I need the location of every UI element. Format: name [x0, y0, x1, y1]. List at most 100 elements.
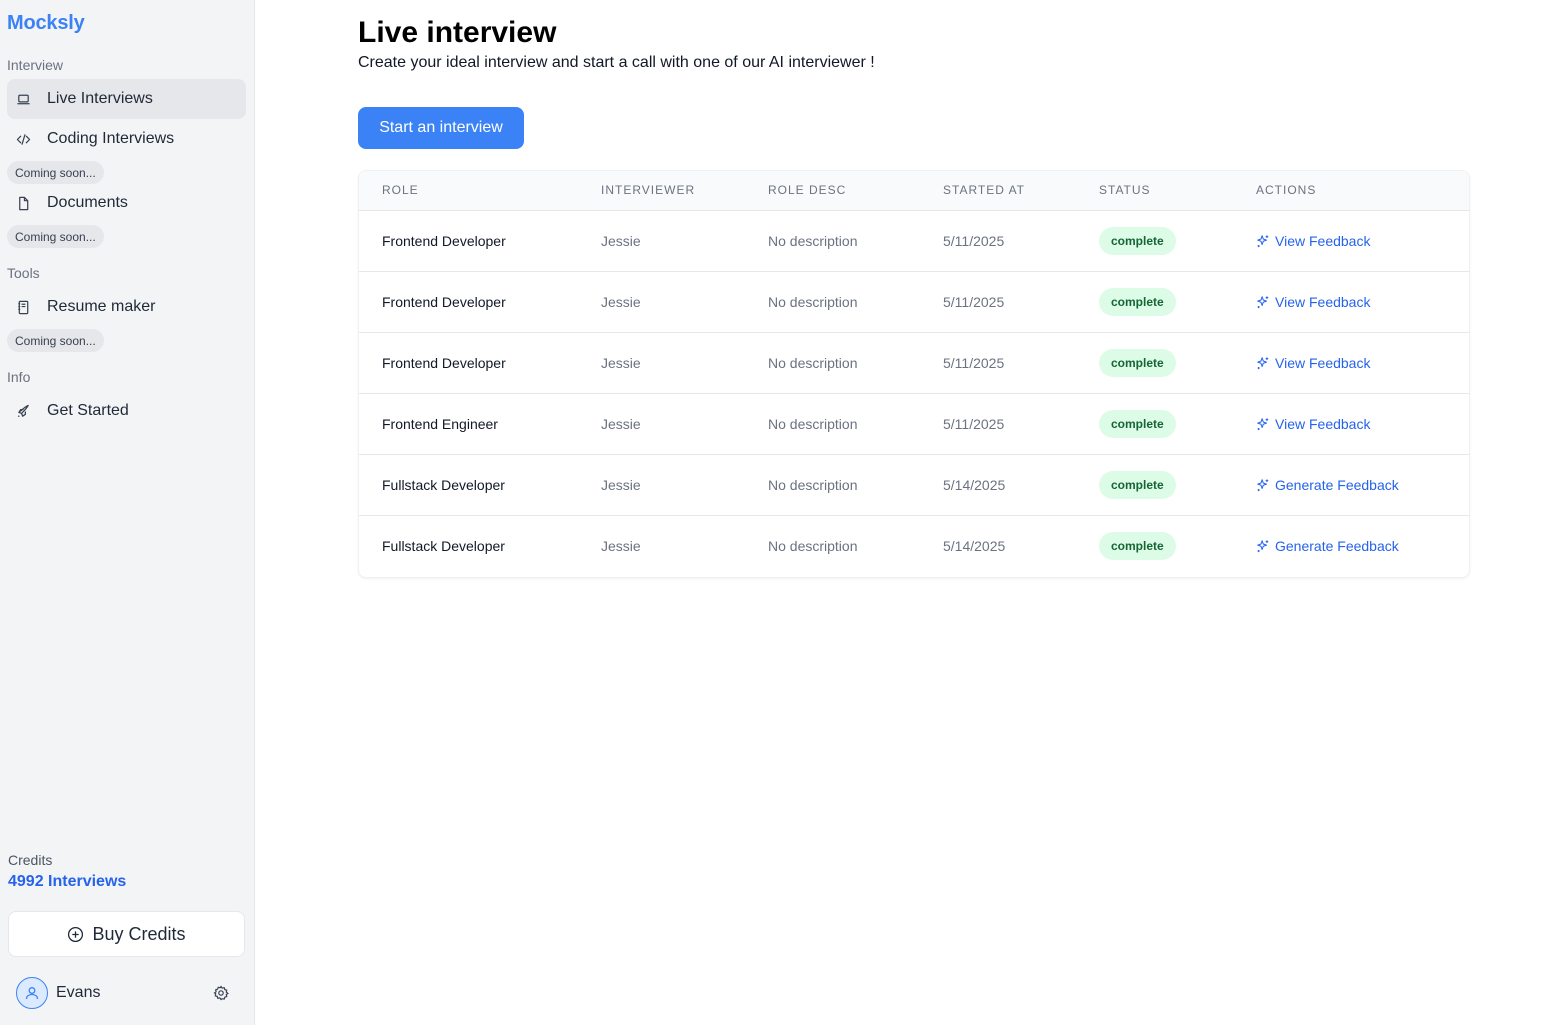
sidebar-item-get-started[interactable]: Get Started	[7, 391, 246, 431]
role-cell: Frontend Engineer	[382, 416, 498, 432]
feedback-action-label: View Feedback	[1275, 294, 1371, 310]
feedback-action-label: View Feedback	[1275, 233, 1371, 249]
column-header-interviewer: INTERVIEWER	[601, 183, 696, 197]
started-at-cell: 5/14/2025	[943, 477, 1006, 493]
interviews-table: ROLE INTERVIEWER ROLE DESC STARTED AT ST…	[358, 170, 1470, 578]
sparkles-icon	[1257, 235, 1269, 248]
coming-soon-badge: Coming soon...	[7, 329, 104, 352]
sidebar-item-label: Live Interviews	[47, 90, 153, 107]
status-badge: complete	[1099, 410, 1176, 438]
sidebar-item-label: Resume maker	[47, 298, 156, 315]
notebook-icon	[15, 299, 31, 315]
role-desc-cell: No description	[768, 233, 858, 249]
rocket-icon	[15, 403, 31, 419]
coming-soon-badge: Coming soon...	[7, 161, 104, 184]
table-row: Frontend Engineer Jessie No description …	[359, 394, 1469, 455]
interviewer-cell: Jessie	[601, 355, 641, 371]
status-cell: complete	[1099, 349, 1176, 377]
role-desc-cell: No description	[768, 416, 858, 432]
table-row: Frontend Developer Jessie No description…	[359, 211, 1469, 272]
started-at-cell: 5/14/2025	[943, 538, 1006, 554]
interviewer-cell: Jessie	[601, 294, 641, 310]
status-cell: complete	[1099, 532, 1176, 560]
role-desc-cell: No description	[768, 538, 858, 554]
status-badge: complete	[1099, 227, 1176, 255]
feedback-action-link[interactable]: View Feedback	[1256, 355, 1370, 371]
interviewer-cell: Jessie	[601, 477, 641, 493]
sidebar-item-coding-interviews[interactable]: Coding Interviews	[7, 119, 246, 159]
started-at-cell: 5/11/2025	[943, 294, 1005, 310]
sparkles-icon	[1257, 479, 1269, 492]
code-icon	[15, 131, 31, 147]
column-header-role: ROLE	[382, 183, 419, 197]
role-cell: Frontend Developer	[382, 355, 506, 371]
started-at-cell: 5/11/2025	[943, 233, 1005, 249]
user-name: Evans	[56, 984, 101, 1001]
page-subtitle: Create your ideal interview and start a …	[358, 54, 875, 71]
section-label-interview: Interview	[7, 57, 64, 73]
feedback-action-label: View Feedback	[1275, 355, 1371, 371]
file-icon	[15, 195, 31, 211]
table-header: ROLE INTERVIEWER ROLE DESC STARTED AT ST…	[359, 171, 1469, 211]
status-badge: complete	[1099, 532, 1176, 560]
status-cell: complete	[1099, 288, 1176, 316]
column-header-started-at: STARTED AT	[943, 183, 1026, 197]
avatar[interactable]	[16, 977, 48, 1009]
sidebar-item-label: Documents	[47, 194, 128, 211]
role-cell: Frontend Developer	[382, 233, 506, 249]
table-row: Frontend Developer Jessie No description…	[359, 272, 1469, 333]
user-icon	[25, 987, 39, 1000]
column-header-actions: ACTIONS	[1256, 183, 1317, 197]
table-row: Fullstack Developer Jessie No descriptio…	[359, 516, 1469, 577]
page-title: Live interview	[358, 16, 557, 49]
section-label-tools: Tools	[7, 265, 40, 281]
plus-circle-icon	[68, 926, 84, 942]
sparkles-icon	[1257, 296, 1269, 309]
section-label-info: Info	[7, 369, 31, 385]
role-cell: Fullstack Developer	[382, 538, 505, 554]
feedback-action-link[interactable]: View Feedback	[1256, 294, 1370, 310]
table-row: Frontend Developer Jessie No description…	[359, 333, 1469, 394]
role-desc-cell: No description	[768, 294, 858, 310]
sidebar-item-resume-maker[interactable]: Resume maker	[7, 287, 246, 327]
column-header-status: STATUS	[1099, 183, 1151, 197]
sidebar-item-label: Get Started	[47, 402, 129, 419]
sidebar-item-label: Coding Interviews	[47, 130, 175, 147]
status-cell: complete	[1099, 471, 1176, 499]
brand-logo[interactable]: Mocksly	[7, 12, 85, 35]
feedback-action-link[interactable]: Generate Feedback	[1256, 477, 1399, 493]
interviewer-cell: Jessie	[601, 233, 641, 249]
status-cell: complete	[1099, 227, 1176, 255]
status-badge: complete	[1099, 288, 1176, 316]
role-cell: Fullstack Developer	[382, 477, 505, 493]
table-body: Frontend Developer Jessie No description…	[359, 211, 1469, 577]
feedback-action-label: View Feedback	[1275, 416, 1371, 432]
gear-icon[interactable]	[213, 985, 229, 1001]
buy-credits-button[interactable]: Buy Credits	[8, 911, 245, 957]
credits-label: Credits	[8, 852, 53, 868]
interviewer-cell: Jessie	[601, 416, 641, 432]
started-at-cell: 5/11/2025	[943, 416, 1005, 432]
table-row: Fullstack Developer Jessie No descriptio…	[359, 455, 1469, 516]
feedback-action-label: Generate Feedback	[1275, 538, 1399, 554]
sidebar-item-live-interviews[interactable]: Live Interviews	[7, 79, 246, 119]
sidebar-item-documents[interactable]: Documents	[7, 183, 246, 223]
status-badge: complete	[1099, 471, 1176, 499]
sparkles-icon	[1257, 418, 1269, 431]
column-header-role-desc: ROLE DESC	[768, 183, 847, 197]
feedback-action-link[interactable]: View Feedback	[1256, 416, 1370, 432]
start-interview-button[interactable]: Start an interview	[358, 107, 524, 149]
role-desc-cell: No description	[768, 355, 858, 371]
sidebar: Mocksly Interview Live Interviews Coding…	[0, 0, 255, 1025]
feedback-action-link[interactable]: Generate Feedback	[1256, 538, 1399, 554]
status-cell: complete	[1099, 410, 1176, 438]
feedback-action-link[interactable]: View Feedback	[1256, 233, 1370, 249]
role-desc-cell: No description	[768, 477, 858, 493]
coming-soon-badge: Coming soon...	[7, 225, 104, 248]
user-profile[interactable]: Evans	[16, 977, 236, 1009]
buy-credits-label: Buy Credits	[92, 923, 186, 944]
credits-value: 4992 Interviews	[8, 873, 127, 890]
laptop-icon	[15, 91, 31, 107]
status-badge: complete	[1099, 349, 1176, 377]
role-cell: Frontend Developer	[382, 294, 506, 310]
